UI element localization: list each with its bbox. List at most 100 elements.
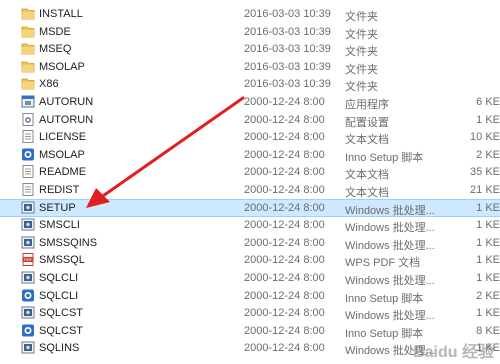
file-size: 2 KE — [476, 289, 500, 302]
text-file-icon — [21, 183, 35, 196]
file-row[interactable]: SETUP 2000-12-24 8:00 Windows 批处理... 1 KE — [0, 198, 500, 217]
file-date: 2000-12-24 8:00 — [244, 201, 325, 214]
file-type: Windows 批处理... — [345, 239, 435, 252]
file-type: 文件夹 — [345, 46, 378, 59]
file-name: AUTORUN — [39, 113, 94, 126]
file-date: 2000-12-24 8:00 — [244, 289, 325, 302]
file-name: README — [39, 166, 87, 179]
file-date: 2016-03-03 10:39 — [244, 60, 331, 73]
file-size: 6 KE — [476, 96, 500, 108]
file-date: 2000-12-24 8:00 — [244, 184, 325, 196]
file-name: SQLINS — [39, 342, 80, 355]
batch-file-icon — [21, 201, 35, 214]
file-name: SMSSQL — [39, 254, 85, 267]
folder-icon — [21, 25, 35, 38]
file-name: SQLCLI — [39, 272, 79, 284]
file-row[interactable]: LICENSE 2000-12-24 8:00 文本文档 10 KE — [0, 128, 500, 146]
file-size: 1 KE — [476, 254, 500, 267]
file-size: 35 KE — [470, 166, 500, 179]
file-name: SQLCLI — [39, 289, 79, 302]
inno-setup-icon — [21, 148, 35, 161]
file-size: 1 KE — [476, 307, 500, 320]
batch-file-icon — [21, 236, 35, 249]
inno-setup-icon — [21, 324, 35, 337]
file-date: 2000-12-24 8:00 — [244, 236, 325, 249]
file-type: 文件夹 — [345, 63, 378, 76]
file-date: 2000-12-24 8:00 — [244, 272, 325, 284]
file-row[interactable]: MSOLAP 2000-12-24 8:00 Inno Setup 脚本 2 KE — [0, 146, 500, 164]
file-row[interactable]: AUTORUN 2000-12-24 8:00 应用程序 6 KE — [0, 93, 500, 111]
file-row[interactable]: MSEQ 2016-03-03 10:39 文件夹 — [0, 40, 500, 58]
file-row[interactable]: SQLCST 2000-12-24 8:00 Windows 批处理... 1 KE — [0, 304, 500, 322]
batch-file-icon — [21, 306, 35, 319]
file-date: 2000-12-24 8:00 — [244, 166, 325, 179]
file-name: INSTALL — [39, 8, 83, 20]
file-row[interactable]: REDIST 2000-12-24 8:00 文本文档 21 KE — [0, 181, 500, 199]
file-date: 2000-12-24 8:00 — [244, 219, 325, 232]
file-row[interactable]: INSTALL 2016-03-03 10:39 文件夹 — [0, 5, 500, 23]
file-row[interactable]: SMSCLI 2000-12-24 8:00 Windows 批处理... 1 KE — [0, 216, 500, 234]
file-date: 2000-12-24 8:00 — [244, 254, 325, 267]
file-date: 2016-03-03 10:39 — [244, 43, 331, 56]
file-row[interactable]: SQLCLI 2000-12-24 8:00 Windows 批处理... 1 KE — [0, 269, 500, 287]
file-row[interactable]: MSOLAP 2016-03-03 10:39 文件夹 — [0, 58, 500, 76]
file-name: MSEQ — [39, 43, 72, 56]
file-type: Windows 批处理... — [345, 275, 435, 287]
file-size: 1 KE — [476, 272, 500, 284]
file-row[interactable]: MSDE 2016-03-03 10:39 文件夹 — [0, 23, 500, 41]
folder-icon — [21, 7, 35, 20]
file-size: 8 KE — [476, 324, 500, 337]
file-name: MSOLAP — [39, 148, 85, 161]
text-file-icon — [21, 130, 35, 144]
file-size: 21 KE — [470, 184, 500, 196]
file-row[interactable]: PDF SMSSQL 2000-12-24 8:00 WPS PDF 文档 1 KE — [0, 251, 500, 269]
file-type: Inno Setup 脚本 — [345, 327, 424, 340]
file-type: 文本文档 — [345, 169, 389, 182]
batch-file-icon — [21, 218, 35, 231]
file-name: MSOLAP — [39, 60, 85, 73]
file-type: 文件夹 — [345, 81, 378, 94]
file-row[interactable]: AUTORUN 2000-12-24 8:00 配置设置 1 KE — [0, 111, 500, 129]
file-type: Inno Setup 脚本 — [345, 292, 424, 305]
file-name: SETUP — [39, 201, 76, 214]
file-row[interactable]: README 2000-12-24 8:00 文本文档 35 KE — [0, 163, 500, 181]
file-type: 文本文档 — [345, 187, 389, 199]
file-type: 文本文档 — [345, 134, 389, 147]
text-file-icon — [21, 165, 35, 179]
folder-icon — [21, 42, 35, 55]
file-row[interactable]: X86 2016-03-03 10:39 文件夹 — [0, 75, 500, 93]
file-type: 配置设置 — [345, 116, 389, 129]
file-name: LICENSE — [39, 131, 87, 144]
file-name: SQLCST — [39, 307, 84, 320]
file-size: 1 KE — [476, 201, 500, 214]
file-size: 1 KE — [476, 113, 500, 126]
pdf-icon: PDF — [21, 253, 35, 267]
file-date: 2016-03-03 10:39 — [244, 78, 331, 91]
file-size: 1 KE — [476, 236, 500, 249]
file-date: 2000-12-24 8:00 — [244, 307, 325, 320]
inno-setup-icon — [21, 289, 35, 302]
file-date: 2000-12-24 8:00 — [244, 96, 325, 108]
file-row[interactable]: SQLCLI 2000-12-24 8:00 Inno Setup 脚本 2 KE — [0, 287, 500, 305]
file-type: Windows 批处理... — [345, 204, 435, 217]
file-date: 2000-12-24 8:00 — [244, 131, 325, 144]
file-name: SMSCLI — [39, 219, 80, 232]
file-type: 文件夹 — [345, 28, 378, 41]
batch-file-icon — [21, 341, 35, 354]
file-type: Windows 批处理... — [345, 310, 435, 323]
file-name: SMSSQINS — [39, 236, 98, 249]
config-icon — [21, 112, 35, 126]
svg-text:PDF: PDF — [24, 258, 33, 263]
file-name: REDIST — [39, 184, 80, 196]
folder-icon — [21, 60, 35, 73]
file-name: AUTORUN — [39, 96, 94, 108]
file-date: 2000-12-24 8:00 — [244, 342, 325, 355]
file-name: X86 — [39, 78, 59, 91]
file-date: 2016-03-03 10:39 — [244, 25, 331, 38]
application-icon — [21, 95, 35, 108]
file-type: Windows 批处理... — [345, 222, 435, 235]
file-size: 10 KE — [470, 131, 500, 144]
file-row[interactable]: SMSSQINS 2000-12-24 8:00 Windows 批处理... 1 K… — [0, 234, 500, 252]
file-type: WPS PDF 文档 — [345, 257, 421, 270]
file-date: 2016-03-03 10:39 — [244, 8, 331, 20]
